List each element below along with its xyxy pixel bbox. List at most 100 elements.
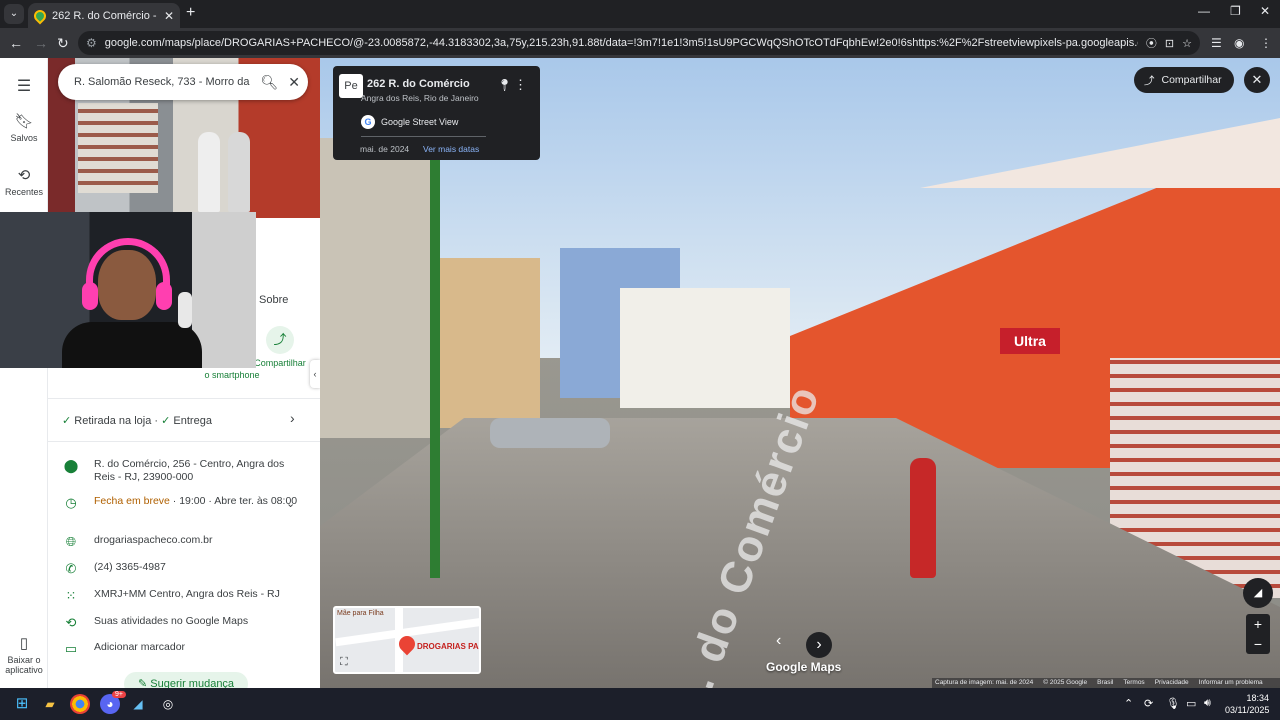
search-box[interactable]: 🔍︎ ✕ [58,64,308,100]
copyright: © 2025 Google [1043,679,1088,686]
reload-icon[interactable]: ↻ [57,34,69,52]
tray-chevron-icon[interactable]: ⌃ [1124,697,1133,710]
profile-icon[interactable]: ◉ [1234,34,1244,52]
minimize-icon[interactable]: — [1198,4,1210,18]
back-icon[interactable]: ← [9,34,23,52]
steam-icon[interactable]: ◢ [128,694,148,714]
place-panel: 🔍︎ ✕ Sobre ⤴ Compartilhar o smartphone ✓… [48,58,320,688]
photo-person [228,132,250,212]
terms-link[interactable]: Termos [1123,678,1144,688]
tab-title: 262 R. do Comércio - Google Maps [52,9,158,22]
zoom-in-icon[interactable]: + [1246,614,1270,634]
check-icon: ✓ [62,415,72,427]
url-text[interactable]: google.com/maps/place/DROGARIAS+PACHECO/… [105,37,1138,49]
location-pin-icon[interactable]: 📍︎ [497,78,512,92]
add-label-row[interactable]: ▭ Adicionar marcador [48,641,320,657]
close-window-icon[interactable]: ✕ [1260,4,1270,18]
restore-icon[interactable]: ❐ [1230,4,1241,18]
send-to-phone-label[interactable]: o smartphone [202,370,262,380]
country-link[interactable]: Brasil [1097,678,1113,688]
minimap[interactable]: Mãe para Filha DROGARIAS PA ⛶ [333,606,481,674]
map-footer: Captura de imagem: mai. de 2024 © 2025 G… [932,678,1280,688]
chrome-icon[interactable] [70,694,90,714]
more-options-icon[interactable]: ⋮ [514,77,527,93]
previous-arrow-icon[interactable]: ‹ [776,632,781,650]
language-button[interactable]: Pe [339,74,363,98]
search-input[interactable] [74,76,251,88]
bookmark-icon: 🔖︎ [14,113,34,130]
system-clock[interactable]: 18:34 03/11/2025 [1225,692,1269,716]
white-building [620,288,790,408]
history-icon: ⟲ [65,615,77,630]
recent-button[interactable]: ⟲ Recentes [0,166,48,197]
report-link[interactable]: Informar um problema [1199,678,1263,688]
saved-button[interactable]: 🔖︎ Salvos [0,112,48,143]
location-icon[interactable]: ⦿ [1146,35,1157,51]
collapse-panel-icon[interactable]: ‹ [310,360,320,388]
activity-row[interactable]: ⟲ Suas atividades no Google Maps [48,615,320,631]
phone-row[interactable]: ✆ (24) 3365-4987 [48,561,320,577]
plus-code-row[interactable]: ⁙ XMRJ+MM Centro, Angra dos Reis - RJ [48,588,320,604]
forward-icon[interactable]: → [34,34,48,52]
next-arrow-icon[interactable]: › [806,632,832,658]
chevron-right-icon[interactable]: › [290,410,295,426]
windows-start-icon[interactable]: ⊞ [12,694,32,714]
discord-badge: 9+ [112,691,126,698]
network-icon[interactable]: ▭ [1186,697,1196,710]
street-view[interactable]: Ultra R. do Comércio Pe 262 R. do Comérc… [320,58,1280,688]
install-app-icon[interactable]: ⊡ [1165,37,1174,50]
file-explorer-icon[interactable]: ▰ [40,694,60,714]
more-dates-link[interactable]: Ver mais datas [423,144,479,154]
streetview-source: G Google Street View [361,115,458,129]
search-icon[interactable]: 🔍︎ [260,74,278,91]
recent-label: Recentes [4,187,44,197]
browser-tab[interactable]: 262 R. do Comércio - Google Maps ✕ [28,3,180,28]
app-icon[interactable]: ◎ [158,694,178,714]
maps-main: ☰ 🔖︎ Salvos ⟲ Recentes ▯ Baixar o aplica… [0,58,1280,688]
close-tab-icon[interactable]: ✕ [164,9,174,23]
hamburger-menu-icon[interactable]: ☰ [0,76,48,96]
share-action-button[interactable]: ⤴ Compartilhar [250,326,310,368]
clear-search-icon[interactable]: ✕ [288,74,300,91]
source-label: Google Street View [381,117,459,127]
address-row[interactable]: ⬤ R. do Comércio, 256 - Centro, Angra do… [48,458,320,484]
tab-strip: ⌄ 262 R. do Comércio - Google Maps ✕ + —… [0,0,1280,28]
phone-text: (24) 3365-4987 [94,561,166,573]
share-label: Compartilhar [1161,74,1222,86]
suggest-edit-button[interactable]: ✎ Sugerir mudança [124,672,249,688]
left-building [440,258,540,428]
zoom-out-icon[interactable]: − [1246,634,1270,654]
streetview-address: 262 R. do Comércio [367,78,470,90]
divider [48,398,320,399]
zoom-control[interactable]: + − [1246,614,1270,654]
sync-icon[interactable]: ⟳ [1144,697,1153,710]
tab-about[interactable]: Sobre [259,294,288,306]
site-info-icon[interactable]: ⚙ [86,36,97,50]
download-app-button[interactable]: ▯ Baixar o aplicativo [0,634,48,675]
menu-dots-icon[interactable]: ⋮ [1260,34,1272,52]
share-button[interactable]: ⤴ Compartilhar [1134,67,1234,93]
website-row[interactable]: 🌐︎ drogariaspacheco.com.br [48,534,320,550]
hours-row[interactable]: ◷ Fecha em breve · 19:00 · Abre ter. às … [48,495,320,511]
clock-time: 18:34 [1246,693,1269,703]
streetview-info-card: Pe 262 R. do Comércio Angra dos Reis, Ri… [333,66,540,160]
share-icon: ⤴ [1144,74,1155,87]
bookmark-star-icon[interactable]: ☆ [1182,37,1192,50]
expand-map-icon[interactable]: ⛶ [340,656,348,669]
services-row[interactable]: ✓ Retirada na loja · ✓ Entrega [62,414,212,427]
volume-icon[interactable]: 🔊︎ [1204,697,1211,710]
hours-text: · 19:00 · Abre ter. às 08:00 [169,495,298,507]
address-bar[interactable]: ⚙ google.com/maps/place/DROGARIAS+PACHEC… [78,31,1200,55]
divider [48,441,320,442]
chevron-down-icon[interactable]: ⌄ [286,497,295,510]
compass-icon[interactable]: ◢ [1243,578,1273,608]
new-tab-icon[interactable]: + [186,4,195,22]
microphone-icon[interactable]: 🎙︎ [1166,697,1180,710]
browser-toolbar: ← → ↻ ⚙ google.com/maps/place/DROGARIAS+… [0,28,1280,58]
tab-search-icon[interactable]: ⌄ [4,4,24,24]
google-logo-icon: G [361,115,375,129]
close-streetview-icon[interactable]: ✕ [1244,67,1270,93]
left-building [320,138,440,438]
privacy-link[interactable]: Privacidade [1155,678,1189,688]
tab-media-icon[interactable]: ☰ [1211,34,1222,52]
